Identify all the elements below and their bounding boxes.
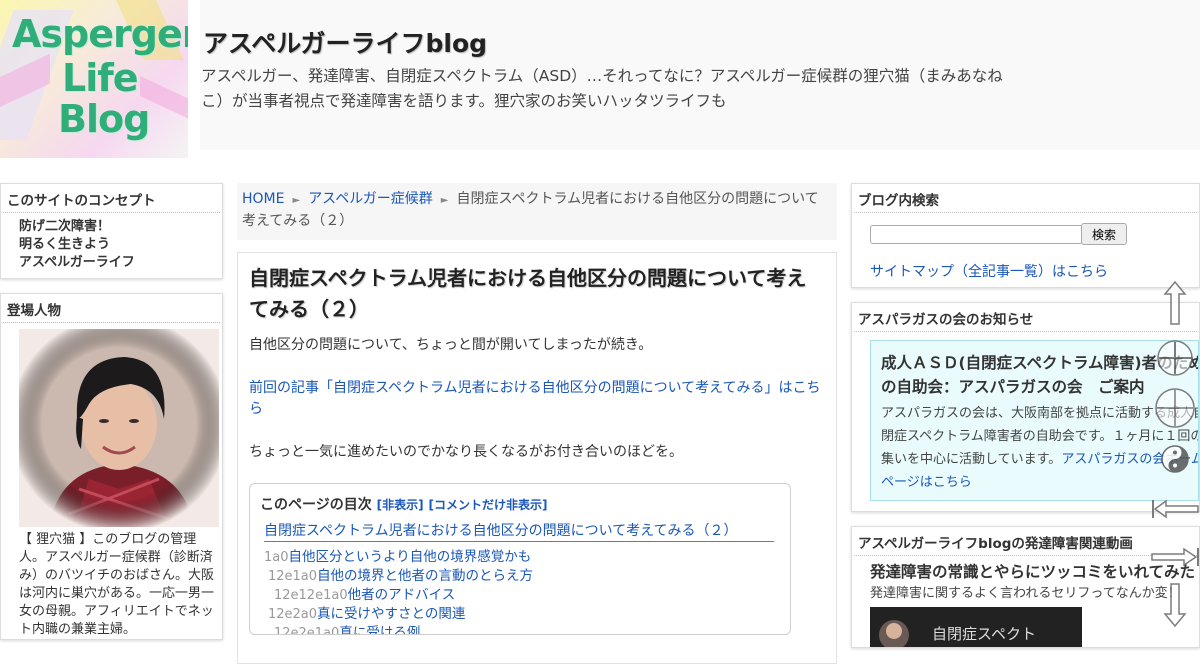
breadcrumb-category-link[interactable]: アスペルガー症候群 xyxy=(308,191,433,207)
left-sidebar: このサイトのコンセプト 防げ二次障害！ 明るく生きよう アスペルガーライフ 登場… xyxy=(0,183,223,654)
toc-item-number: 12e2a0 xyxy=(268,607,318,622)
toc-item-number: 12e12e1a0 xyxy=(274,588,348,603)
profile-text: 【 狸穴猫 】このブログの管理人。アスペルガー症候群（診断済み）のバツイチのおば… xyxy=(19,532,215,637)
site-header: Asperger Life Blog アスペルガーライフblog アスペルガー、… xyxy=(0,0,1200,160)
search-input[interactable] xyxy=(870,224,1083,244)
toc-item[interactable]: 12e2a0真に受けやすさとの関連 xyxy=(260,605,780,624)
notice-heading-line: の自助会：アスパラガスの会 ご案内 xyxy=(881,378,1145,396)
breadcrumb-home-link[interactable]: HOME xyxy=(242,191,284,207)
notice-homepage-link[interactable]: ページはこちら xyxy=(881,475,972,490)
toc-item[interactable]: 12e12e1a0他者のアドバイス xyxy=(260,586,780,605)
search-widget-title: ブログ内検索 xyxy=(854,184,1197,213)
toc-item-link[interactable]: 自他区分というより自他の境界感覚かも xyxy=(289,549,532,565)
video-widget-title: アスペルガーライフblogの発達障害関連動画 xyxy=(854,527,1197,556)
video-thumbnail[interactable]: 自閉症スペクト xyxy=(870,607,1082,647)
profile-photo xyxy=(19,329,219,527)
notice-body-line: アスパラガスの会は、大阪南部を拠点に活動する成人自 xyxy=(881,406,1199,421)
concept-widget: このサイトのコンセプト 防げ二次障害！ 明るく生きよう アスペルガーライフ xyxy=(0,183,223,279)
article: 自閉症スペクトラム児者における自他区分の問題について考えてみる（２） 自他区分の… xyxy=(237,252,837,664)
breadcrumb: HOME ► アスペルガー症候群 ► 自閉症スペクトラム児者における自他区分の問題につい… xyxy=(237,183,837,240)
search-form: 検索 xyxy=(852,213,1199,247)
toc-item[interactable]: 12e1a0自他の境界と他者の言動のとらえ方 xyxy=(260,567,780,586)
table-of-contents: このページの目次 [非表示] [コメントだけ非表示] 自閉症スペクトラム児者にお… xyxy=(249,483,791,635)
zoom-in-icon[interactable] xyxy=(1155,338,1195,378)
yin-yang-icon[interactable] xyxy=(1160,444,1190,474)
toc-item-number: 12e2e1a0 xyxy=(274,626,340,635)
logo-text-line2: Life xyxy=(62,56,139,100)
video-thumbnail-caption: 自閉症スペクト xyxy=(932,625,1036,643)
scroll-down-icon[interactable] xyxy=(1162,580,1188,628)
scroll-right-icon[interactable] xyxy=(1150,546,1200,568)
notice-widget: アスパラガスの会のお知らせ 成人ＡＳＤ(自閉症スペクトラム障害)者のため の自助… xyxy=(851,302,1200,512)
main-content: HOME ► アスペルガー症候群 ► 自閉症スペクトラム児者における自他区分の問題につい… xyxy=(237,183,837,664)
zoom-reset-icon[interactable] xyxy=(1153,386,1197,430)
toc-item-link[interactable]: 他者のアドバイス xyxy=(348,587,456,603)
article-title: 自閉症スペクトラム児者における自他区分の問題について考えてみる（２） xyxy=(249,266,807,321)
logo-text-line1: Asperger xyxy=(12,12,188,56)
previous-article-link[interactable]: 前回の記事「自閉症スペクトラム児者における自他区分の問題について考えてみる」はこ… xyxy=(249,380,820,417)
notice-widget-title: アスパラガスの会のお知らせ xyxy=(854,303,1197,332)
search-button[interactable]: 検索 xyxy=(1081,223,1128,245)
video-subtitle: 発達障害に関するよく言われるセリフってなんか変！ xyxy=(870,586,1181,601)
concept-widget-title: このサイトのコンセプト xyxy=(3,184,220,213)
toc-top-link[interactable]: 自閉症スペクトラム児者における自他区分の問題について考えてみる（２） xyxy=(264,520,774,542)
site-title[interactable]: アスペルガーライフblog xyxy=(203,24,487,60)
article-paragraph: ちょっと一気に進めたいのでかなり長くなるがお付き合いのほどを。 xyxy=(249,444,683,460)
toc-item-link[interactable]: 自他の境界と他者の言動のとらえ方 xyxy=(317,568,533,584)
scroll-left-icon[interactable] xyxy=(1150,498,1200,520)
site-description: アスペルガー、発達障害、自閉症スペクトラム（ASD）…それってなに？アスペルガー… xyxy=(201,67,1003,110)
right-sidebar: ブログ内検索 検索 サイトマップ（全記事一覧）はこちら アスパラガスの会のお知ら… xyxy=(851,183,1200,662)
notice-body-line: ページはこちら xyxy=(881,471,1190,494)
article-paragraph: 自他区分の問題について、ちょっと間が開いてしまったが続き。 xyxy=(249,337,653,353)
toc-title: このページの目次 xyxy=(260,497,372,513)
concept-line: 防げ二次障害！ xyxy=(19,219,111,234)
breadcrumb-separator-icon: ► xyxy=(440,195,449,206)
notice-body-line: 集いを中心に活動しています。アスパラガスの会ホーム xyxy=(881,448,1198,471)
site-logo[interactable]: Asperger Life Blog xyxy=(0,0,188,158)
concept-line: 明るく生きよう xyxy=(19,237,111,252)
toc-items: 1a0自他区分というより自他の境界感覚かも 12e1a0自他の境界と他者の言動の… xyxy=(260,548,780,635)
concept-line: アスペルガーライフ xyxy=(19,255,135,270)
notice-box: 成人ＡＳＤ(自閉症スペクトラム障害)者のため の自助会：アスパラガスの会 ご案内… xyxy=(870,340,1199,501)
search-widget: ブログ内検索 検索 サイトマップ（全記事一覧）はこちら xyxy=(851,183,1200,288)
notice-body-line: 閉症スペクトラム障害者の自助会です。１ヶ月に１回の xyxy=(881,429,1199,444)
notice-body-text: 集いを中心に活動しています。 xyxy=(881,452,1062,467)
toc-item-link[interactable]: 真に受ける例 xyxy=(339,625,420,634)
toc-hide-comments-link[interactable]: [コメントだけ非表示] xyxy=(428,498,547,512)
toc-hide-link[interactable]: [非表示] xyxy=(377,498,424,512)
logo-text-line3: Blog xyxy=(58,97,150,141)
sitemap-link[interactable]: サイトマップ（全記事一覧）はこちら xyxy=(852,247,1199,287)
toc-item-link[interactable]: 真に受けやすさとの関連 xyxy=(317,606,465,622)
concept-list: 防げ二次障害！ 明るく生きよう アスペルガーライフ xyxy=(1,213,222,278)
characters-widget-title: 登場人物 xyxy=(3,294,220,323)
notice-body: アスパラガスの会は、大阪南部を拠点に活動する成人自 閉症スペクトラム障害者の自助… xyxy=(881,402,1199,494)
notice-heading-line: 成人ＡＳＤ(自閉症スペクトラム障害)者のため xyxy=(881,354,1199,372)
characters-widget: 登場人物 【 狸穴猫 】このブログの管理人。アスペルガー症候群（診断済み）のバツ… xyxy=(0,293,223,640)
toc-header: このページの目次 [非表示] [コメントだけ非表示] xyxy=(260,494,780,514)
toc-item[interactable]: 1a0自他区分というより自他の境界感覚かも xyxy=(260,548,780,567)
toc-item-number: 1a0 xyxy=(264,550,289,565)
breadcrumb-separator-icon: ► xyxy=(292,195,301,206)
scroll-up-icon[interactable] xyxy=(1162,280,1188,326)
profile-illustration xyxy=(19,329,219,527)
video-heading: 発達障害の常識とやらにツッコミをいれてみた xyxy=(870,563,1196,581)
toc-item-number: 12e1a0 xyxy=(268,569,318,584)
video-avatar-icon xyxy=(879,620,909,647)
